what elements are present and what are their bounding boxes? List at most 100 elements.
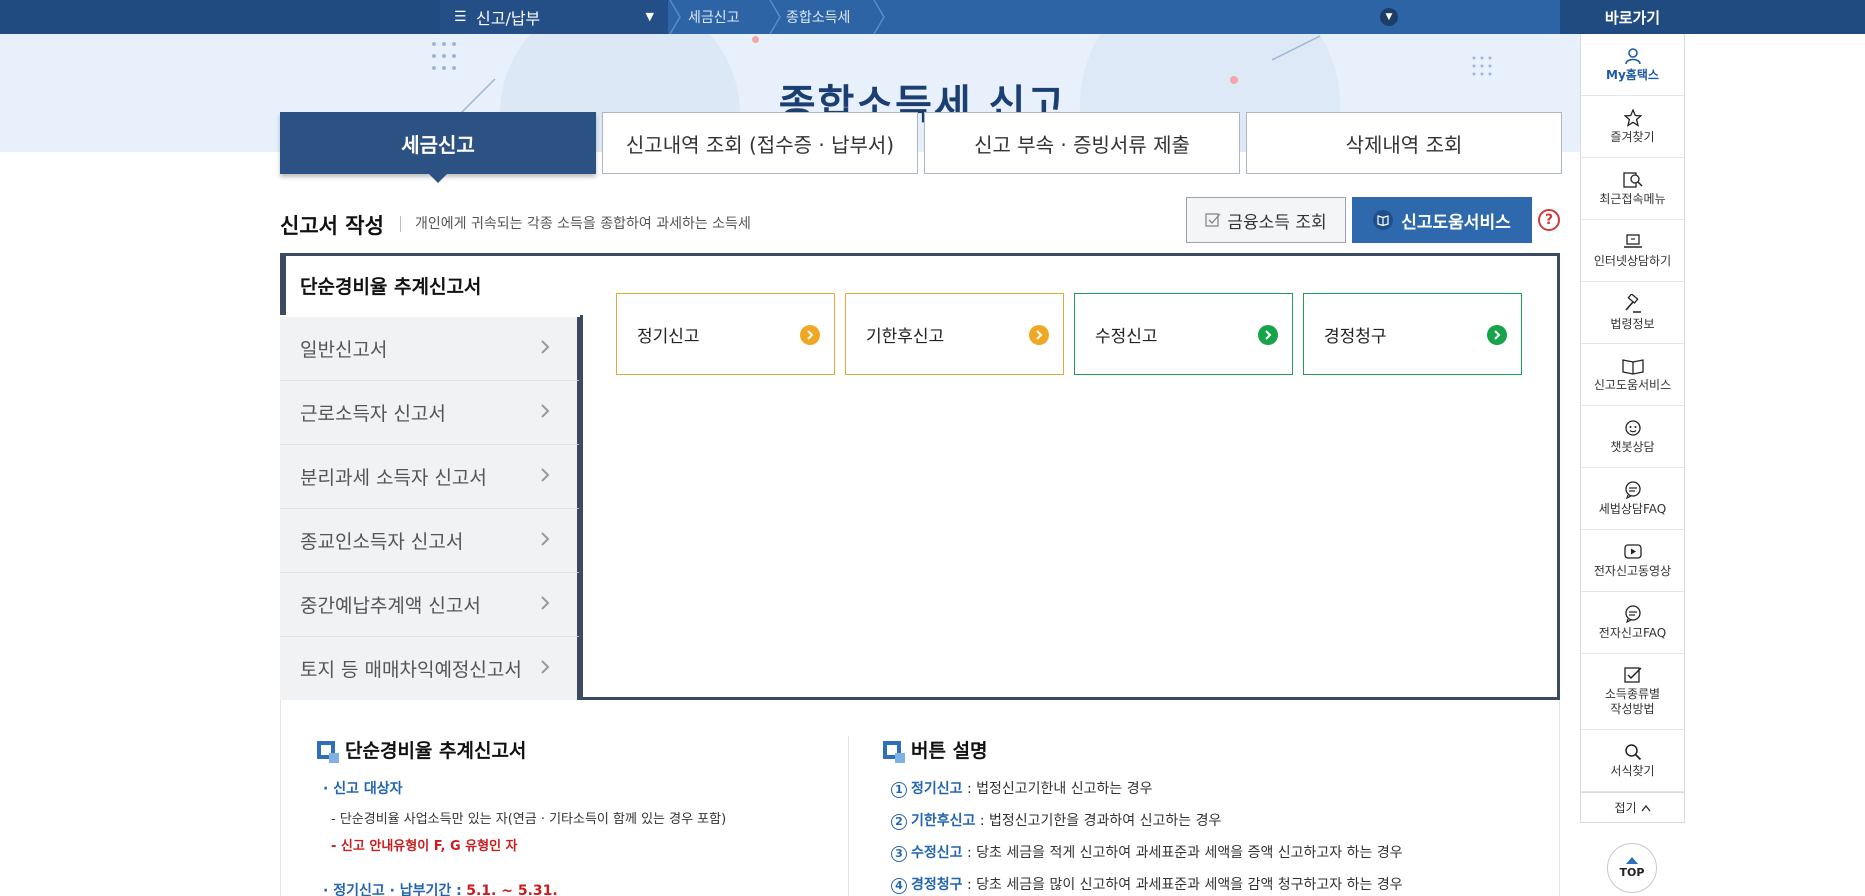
action-label: 기한후신고	[866, 326, 945, 347]
form-selector-panel: 정기신고 기한후신고 수정신고 경정청구 단순경비율 추계신고서 일반신고서 근…	[280, 253, 1560, 701]
form-description: 단순경비율 추계신고서	[317, 736, 526, 763]
decorative-dot	[752, 36, 759, 43]
form-type-item[interactable]: 분리과세 소득자 신고서	[280, 445, 580, 509]
breadcrumb-menu-dropdown[interactable]: ☰ 신고/납부 ▼	[440, 0, 668, 34]
quick-link-law-info[interactable]: 법령정보	[1581, 282, 1684, 344]
quick-link-label: 세법상담FAQ	[1598, 501, 1667, 516]
quick-link-income-type-guide[interactable]: 소득종류별 작성방법	[1581, 654, 1684, 730]
tab-attachment-submit[interactable]: 신고 부속 · 증빙서류 제출	[924, 112, 1240, 174]
quick-link-form-search[interactable]: 서식찾기	[1581, 730, 1684, 792]
quick-link-tax-law-faq[interactable]: 세법상담FAQ	[1581, 468, 1684, 530]
quick-link-favorites[interactable]: 즐겨찾기	[1581, 96, 1684, 158]
form-description-heading: 단순경비율 추계신고서	[317, 736, 526, 763]
quick-link-my-hometax[interactable]: My홈택스	[1581, 34, 1684, 96]
button-desc-item: 3 수정신고 : 당초 세금을 적게 신고하여 과세표준과 세액을 증액 신고하고…	[891, 842, 1403, 862]
target-line-highlight: - 신고 안내유형이 F, G 유형인 자	[331, 839, 518, 854]
arrow-right-icon	[800, 325, 820, 345]
quick-link-recent-menu[interactable]: 최근접속메뉴	[1581, 158, 1684, 220]
quick-link-label: 챗봇상담	[1610, 439, 1655, 454]
quick-link-filing-help[interactable]: 신고도움서비스	[1581, 344, 1684, 406]
star-icon	[1623, 108, 1642, 127]
form-type-item[interactable]: 근로소득자 신고서	[280, 381, 580, 445]
amended-report-button[interactable]: 수정신고	[1074, 293, 1293, 375]
breadcrumb-item-income-tax[interactable]: 종합소득세	[786, 0, 850, 34]
form-type-label: 중간예납추계액 신고서	[300, 595, 481, 617]
button-description-heading: 버튼 설명	[883, 736, 988, 763]
late-report-button[interactable]: 기한후신고	[845, 293, 1064, 375]
section-title: 신고서 작성	[280, 214, 384, 238]
button-desc-term: 경정청구	[911, 877, 963, 893]
finance-income-lookup-button[interactable]: 금융소득 조회	[1186, 197, 1346, 243]
help-button-label: 신고도움서비스	[1401, 212, 1511, 233]
chevron-right-icon	[541, 340, 550, 354]
book-icon	[1373, 210, 1394, 230]
form-type-selected[interactable]: 단순경비율 추계신고서	[280, 253, 583, 315]
quick-link-e-filing-faq[interactable]: 전자신고FAQ	[1581, 592, 1684, 654]
form-type-label: 일반신고서	[300, 339, 388, 361]
breadcrumb-separator-icon	[768, 0, 782, 34]
tab-tax-report[interactable]: 세금신고	[280, 112, 596, 183]
button-desc-text: : 법정신고기한을 경과하여 신고하는 경우	[975, 813, 1222, 829]
form-type-item[interactable]: 토지 등 매매차익예정신고서	[280, 637, 580, 701]
chatbot-icon	[1624, 419, 1641, 436]
action-label: 정기신고	[637, 326, 700, 347]
form-type-list: 일반신고서 근로소득자 신고서 분리과세 소득자 신고서 종교인소득자 신고서 …	[280, 317, 580, 701]
tab-label: 신고 부속 · 증빙서류 제출	[974, 132, 1190, 157]
quick-link-label: My홈택스	[1606, 67, 1659, 82]
correction-claim-button[interactable]: 경정청구	[1303, 293, 1522, 375]
button-desc-term: 수정신고	[911, 845, 963, 861]
form-type-label: 종교인소득자 신고서	[300, 531, 464, 553]
tab-deleted-history[interactable]: 삭제내역 조회	[1246, 112, 1562, 174]
scroll-top-button[interactable]: TOP	[1607, 843, 1657, 893]
breadcrumb-expand-button[interactable]: ▼	[1380, 8, 1398, 26]
form-type-item[interactable]: 종교인소득자 신고서	[280, 509, 580, 573]
arrow-right-icon	[1258, 325, 1278, 345]
quick-link-internet-consult[interactable]: 인터넷상담하기	[1581, 220, 1684, 282]
breadcrumb-item-tax-report[interactable]: 세금신고	[688, 0, 740, 34]
quick-link-label: 서식찾기	[1610, 763, 1655, 778]
button-description-title: 버튼 설명	[911, 740, 988, 762]
tab-report-history[interactable]: 신고내역 조회 (접수증 · 납부서)	[602, 112, 918, 174]
action-label: 수정신고	[1095, 326, 1158, 347]
tab-label: 신고내역 조회 (접수증 · 납부서)	[625, 132, 895, 157]
chat-bubble-icon	[1624, 480, 1641, 499]
quick-links-fold-button[interactable]: 접기	[1580, 793, 1685, 823]
decorative-line	[1271, 35, 1321, 61]
chevron-up-icon	[1641, 804, 1651, 811]
form-description-title: 단순경비율 추계신고서	[345, 740, 527, 762]
button-desc-text: : 당초 세금을 많이 신고하여 과세표준과 세액을 감액 청구하고자 하는 경…	[962, 877, 1403, 893]
finance-button-label: 금융소득 조회	[1227, 212, 1327, 233]
number-badge: 4	[891, 878, 907, 894]
hamburger-icon: ☰	[454, 9, 467, 25]
form-type-label: 근로소득자 신고서	[300, 403, 446, 425]
regular-report-button[interactable]: 정기신고	[616, 293, 835, 375]
square-bullet-icon	[317, 740, 339, 763]
quick-link-e-filing-video[interactable]: 전자신고동영상	[1581, 530, 1684, 592]
chat-bubble-icon	[1624, 604, 1641, 623]
quick-link-label: 즐겨찾기	[1610, 129, 1655, 144]
breadcrumb-separator-icon	[872, 0, 886, 34]
user-icon	[1624, 47, 1641, 64]
chevron-right-icon	[541, 468, 550, 482]
form-type-item[interactable]: 중간예납추계액 신고서	[280, 573, 580, 637]
video-play-icon	[1623, 543, 1642, 559]
filing-help-service-button[interactable]: 신고도움서비스	[1352, 197, 1532, 243]
form-type-item[interactable]: 일반신고서	[280, 317, 580, 381]
fold-label: 접기	[1614, 801, 1637, 815]
quick-link-chatbot[interactable]: 챗봇상담	[1581, 406, 1684, 468]
button-desc-item: 2 기한후신고 : 법정신고기한을 경과하여 신고하는 경우	[891, 810, 1221, 830]
number-badge: 3	[891, 846, 907, 862]
breadcrumb-menu-label: 신고/납부	[476, 9, 541, 28]
quick-link-label: 전자신고동영상	[1593, 563, 1672, 578]
book-icon	[1621, 358, 1644, 375]
report-action-box: 정기신고 기한후신고 수정신고 경정청구	[580, 253, 1560, 700]
period-info: · 정기신고 · 납부기간 : 5.1. ~ 5.31.	[323, 880, 558, 896]
arrow-up-icon	[1626, 857, 1638, 864]
chevron-right-icon	[541, 596, 550, 610]
button-desc-term: 기한후신고	[911, 813, 976, 829]
quick-link-label: 소득종류별 작성방법	[1604, 687, 1661, 716]
help-question-icon[interactable]: ?	[1538, 209, 1560, 231]
target-label: · 신고 대상자	[323, 781, 403, 797]
top-label: TOP	[1619, 866, 1645, 879]
chevron-right-icon	[541, 660, 550, 674]
